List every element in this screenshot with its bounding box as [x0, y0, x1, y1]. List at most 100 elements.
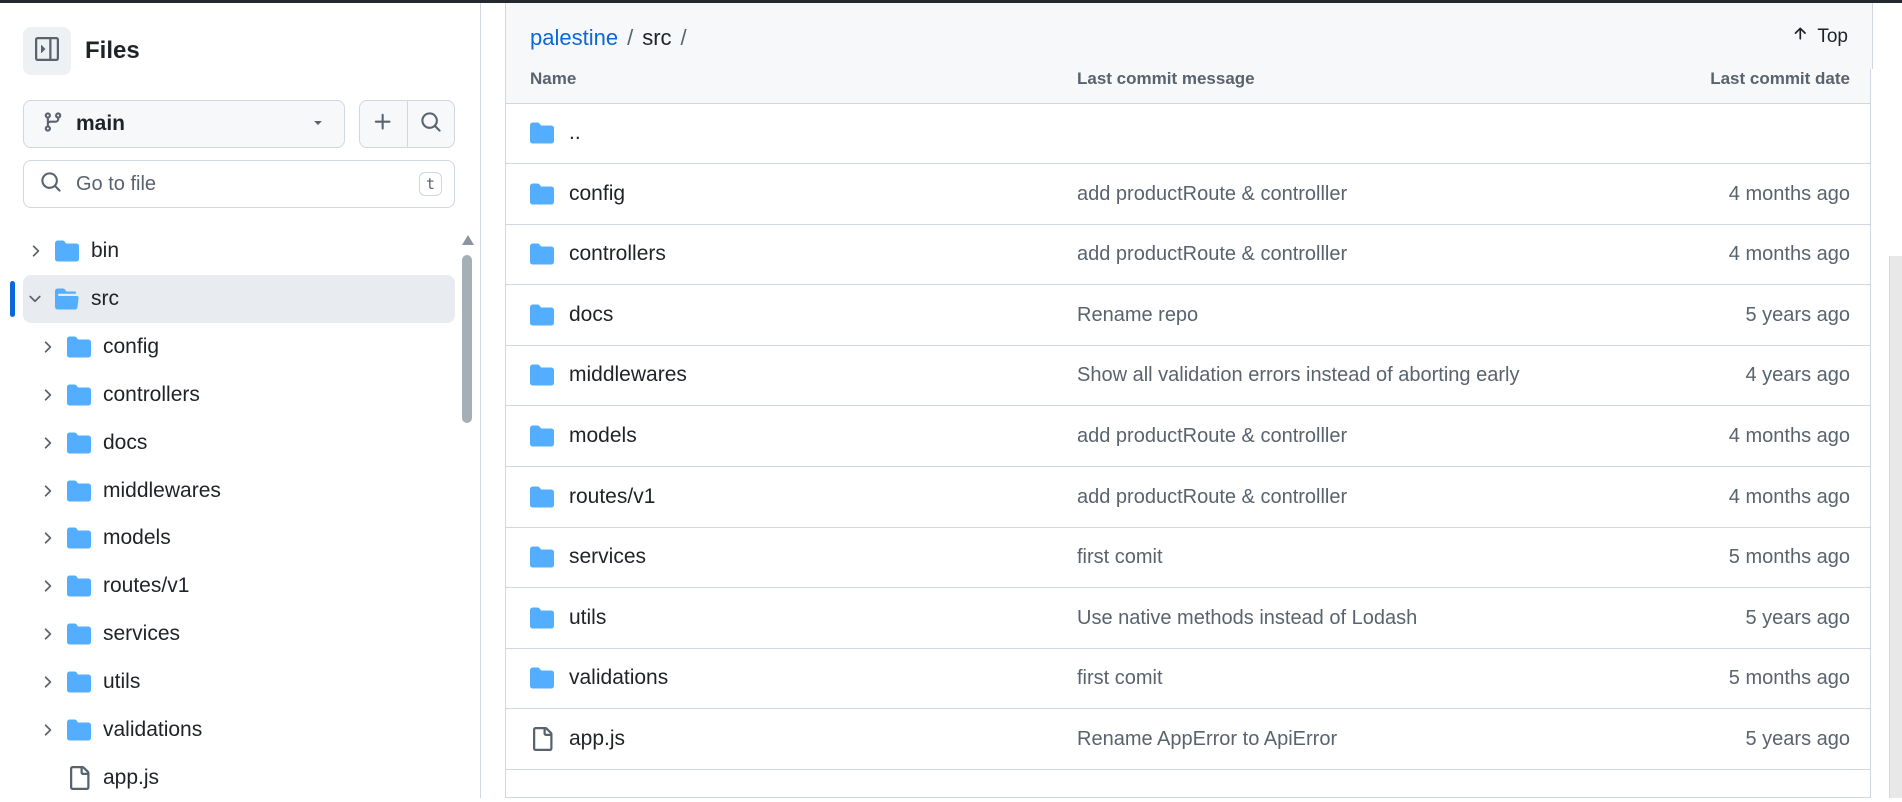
chevron-right-icon[interactable] [35, 625, 59, 643]
table-row[interactable]: docs Rename repo 5 years ago [506, 285, 1870, 346]
plus-icon [372, 111, 394, 138]
breadcrumb-repo-link[interactable]: palestine [530, 25, 618, 51]
tree-item-label: middlewares [103, 478, 221, 502]
folder-open-icon [55, 287, 79, 311]
sidebar-collapse-button[interactable] [23, 27, 71, 75]
row-commit-message[interactable]: add productRoute & controlller [1077, 243, 1347, 266]
search-icon [40, 171, 62, 198]
table-row[interactable]: routes/v1 add productRoute & controlller 4… [506, 467, 1870, 528]
chevron-right-icon[interactable] [35, 529, 59, 547]
row-commit-date: 5 years ago [1745, 606, 1850, 629]
tree-folder-item[interactable]: config [35, 323, 455, 371]
column-header-message: Last commit message [1077, 69, 1255, 88]
folder-icon [530, 242, 554, 266]
scroll-top-label: Top [1817, 26, 1848, 47]
row-commit-message[interactable]: add productRoute & controlller [1077, 425, 1347, 448]
selected-indicator [10, 280, 15, 317]
chevron-right-icon[interactable] [35, 577, 59, 595]
row-commit-date: 4 months ago [1728, 425, 1850, 447]
tree-item-label: config [103, 334, 160, 358]
sidebar-scrollbar-thumb[interactable] [462, 255, 472, 423]
table-row[interactable]: services first comit 5 months ago [506, 527, 1870, 589]
row-commit-message[interactable]: Rename repo [1077, 304, 1198, 327]
row-commit-message[interactable]: first comit [1077, 546, 1163, 569]
column-header-date: Last commit date [1710, 69, 1850, 88]
chevron-right-icon[interactable] [35, 482, 59, 500]
row-name-link[interactable]: validations [569, 666, 668, 690]
table-row[interactable]: models add productRoute & controlller 4 mo… [506, 406, 1870, 467]
row-name-link[interactable]: config [569, 182, 625, 206]
row-commit-message[interactable]: add productRoute & controlller [1077, 183, 1347, 206]
tree-item-label: app.js [103, 765, 160, 789]
tree-folder-item[interactable]: routes/v1 [35, 562, 455, 610]
tree-folder-item[interactable]: docs [35, 419, 455, 467]
folder-icon [67, 574, 91, 598]
chevron-right-icon[interactable] [35, 721, 59, 739]
sidebar-actions [359, 100, 455, 148]
row-commit-message[interactable]: first comit [1077, 667, 1163, 690]
row-name-link[interactable]: services [569, 545, 646, 569]
row-commit-message[interactable]: Rename AppError to ApiError [1077, 728, 1337, 751]
file-table: Name Last commit message Last commit dat… [505, 69, 1871, 798]
row-commit-message[interactable]: Use native methods instead of Lodash [1077, 607, 1417, 630]
row-commit-date: 4 years ago [1745, 364, 1850, 387]
add-file-button[interactable] [360, 101, 407, 147]
chevron-right-icon[interactable] [35, 386, 59, 404]
breadcrumb-separator-trailing: / [680, 25, 687, 50]
row-name-link[interactable]: models [569, 424, 637, 448]
chevron-right-icon[interactable] [35, 434, 59, 452]
breadcrumb: palestine / src / [530, 25, 696, 51]
table-row[interactable]: .. [506, 103, 1870, 164]
row-name-link[interactable]: .. [569, 121, 581, 145]
row-commit-date: 4 months ago [1728, 485, 1850, 508]
table-row[interactable]: validations first comit 5 months ago [506, 648, 1870, 710]
branch-select-button[interactable]: main [23, 100, 345, 148]
file-icon [67, 765, 91, 790]
scroll-up-arrow[interactable] [462, 235, 474, 245]
row-name-link[interactable]: middlewares [569, 363, 687, 387]
table-row[interactable]: utils Use native methods instead of Lodas… [506, 588, 1870, 649]
row-commit-date: 5 years ago [1745, 728, 1850, 750]
row-name-link[interactable]: controllers [569, 242, 666, 266]
tree-folder-item[interactable]: validations [35, 706, 455, 754]
table-row[interactable]: app.js Rename AppError to ApiError 5 years… [506, 709, 1870, 770]
row-name-link[interactable]: docs [569, 303, 613, 327]
arrow-up-icon [1791, 25, 1809, 49]
tree-folder-item[interactable]: bin [23, 227, 455, 275]
row-commit-message[interactable]: Show all validation errors instead of ab… [1077, 364, 1519, 387]
row-name-link[interactable]: routes/v1 [569, 485, 655, 509]
row-commit-message[interactable]: add productRoute & controlller [1077, 486, 1347, 509]
tree-folder-item[interactable]: utils [35, 658, 455, 706]
folder-icon [67, 383, 91, 407]
row-name-link[interactable]: utils [569, 606, 606, 630]
folder-icon [67, 718, 91, 742]
tree-file-item[interactable]: app.js [35, 754, 455, 802]
breadcrumb-separator: / [627, 25, 634, 50]
table-row[interactable]: controllers add productRoute & controllle… [506, 224, 1870, 286]
scroll-top-button[interactable]: Top [1791, 25, 1848, 49]
tree-folder-item[interactable]: controllers [35, 371, 455, 419]
row-name-link[interactable]: app.js [569, 727, 625, 751]
go-to-file-input[interactable] [74, 171, 419, 197]
shortcut-key: t [418, 172, 442, 196]
chevron-right-icon[interactable] [35, 338, 59, 356]
folder-icon [67, 431, 91, 455]
page-scrollbar-thumb[interactable] [1890, 256, 1902, 798]
go-to-file-field[interactable]: t [23, 160, 455, 208]
folder-icon [67, 670, 91, 694]
tree-item-label: models [103, 526, 171, 550]
chevron-down-icon[interactable] [23, 290, 47, 308]
table-row[interactable]: middlewares Show all validation errors in… [506, 345, 1870, 407]
tree-folder-item[interactable]: services [35, 610, 455, 658]
folder-icon [530, 545, 554, 569]
search-code-button[interactable] [406, 101, 455, 147]
tree-folder-item[interactable]: src [10, 274, 455, 323]
folder-icon [530, 303, 554, 327]
breadcrumb-current: src [642, 25, 672, 50]
tree-folder-item[interactable]: middlewares [35, 467, 455, 515]
table-row[interactable]: config add productRoute & controlller 4 mo… [506, 164, 1870, 225]
chevron-right-icon[interactable] [35, 673, 59, 691]
chevron-right-icon[interactable] [23, 242, 47, 260]
branch-name: main [76, 112, 126, 135]
tree-folder-item[interactable]: models [35, 514, 455, 562]
